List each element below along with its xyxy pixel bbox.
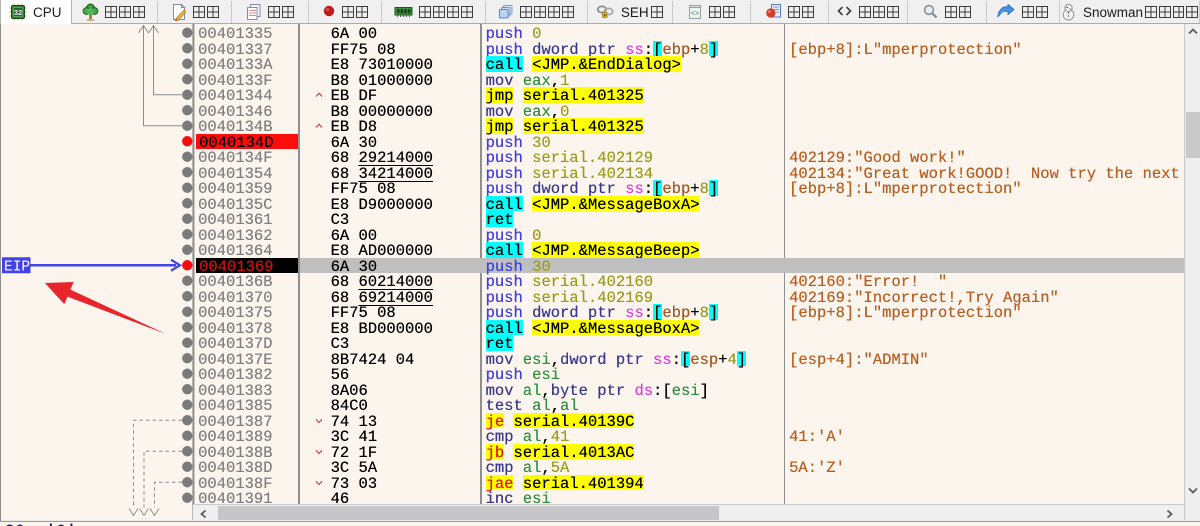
- svg-text:<>: <>: [691, 11, 699, 19]
- svg-text:32: 32: [14, 8, 22, 17]
- svg-text:EIP: EIP: [4, 259, 30, 275]
